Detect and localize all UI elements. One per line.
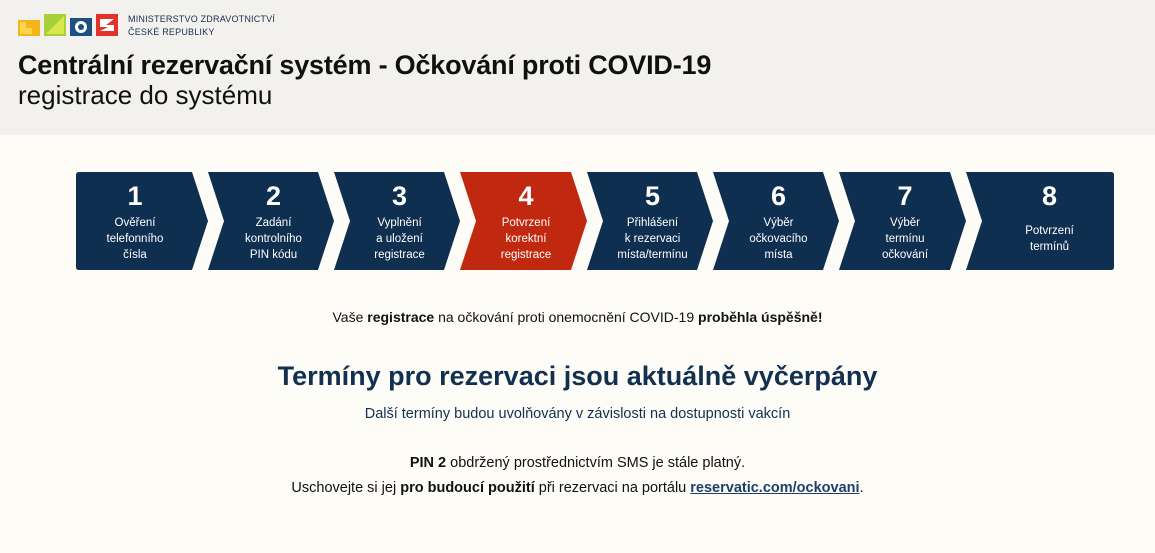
- step-caption: Přihlášení k rezervaci místa/termínu: [606, 215, 699, 263]
- ministry-line-2: ČESKÉ REPUBLIKY: [128, 27, 215, 37]
- step-caption-line: Vyplnění: [377, 217, 422, 229]
- step-caption: Výběr očkovacího místa: [732, 215, 825, 263]
- pin-text-2: Uschovejte si jej: [291, 480, 401, 496]
- pin-label: PIN 2: [409, 455, 447, 471]
- step-caption-line: Přihlášení: [626, 217, 679, 229]
- step-caption-line: registrace: [500, 249, 552, 261]
- msg-text-2: na očkování proti onemocnění COVID-19: [434, 309, 699, 325]
- step-2: 2 Zadání kontrolního PIN kódu: [227, 172, 320, 270]
- step-caption-line: místa/termínu: [617, 249, 688, 261]
- step-number: 2: [265, 181, 282, 211]
- msg-text-1: Vaše: [332, 309, 368, 325]
- slots-exhausted-subline: Další termíny budou uvolňovány v závislo…: [364, 406, 791, 422]
- page-title: Centrální rezervační systém - Očkování p…: [18, 50, 712, 80]
- step-caption-line: PIN kódu: [249, 249, 298, 261]
- step-3: 3 Vyplnění a uložení registrace: [353, 172, 446, 270]
- step-caption-line: Zadání: [255, 217, 292, 229]
- step-caption: Zadání kontrolního PIN kódu: [227, 215, 320, 263]
- step-4: 4 Potvrzení korektní registrace: [479, 172, 573, 270]
- pin-bold-future-use: pro budoucí použití: [400, 480, 535, 496]
- step-caption-line: Výběr: [889, 217, 921, 229]
- step-caption-line: korektní: [505, 233, 547, 245]
- step-caption-line: Výběr: [763, 217, 794, 229]
- pin-info-line-2: Uschovejte si jej pro budoucí použití př…: [0, 480, 1155, 496]
- step-caption: Potvrzení korektní registrace: [479, 215, 573, 263]
- step-number: 4: [518, 181, 534, 211]
- pin-text-4: .: [859, 480, 864, 496]
- step-1: 1 Ověření telefonního čísla: [76, 172, 194, 270]
- step-caption-line: Ověření: [114, 217, 156, 229]
- step-caption-line: a uložení: [376, 233, 423, 245]
- step-number: 5: [644, 181, 661, 211]
- step-7: 7 Výběr termínu očkování: [858, 172, 952, 270]
- step-caption: Vyplnění a uložení registrace: [353, 215, 446, 263]
- step-caption: Ověření telefonního čísla: [76, 215, 194, 263]
- ministry-line-1: MINISTERSTVO ZDRAVOTNICTVÍ: [128, 14, 276, 24]
- pin-info-line-1: PIN 2 obdržený prostřednictvím SMS je st…: [0, 455, 1155, 471]
- step-8: 8 Potvrzení termínů: [985, 172, 1114, 270]
- step-number: 3: [391, 181, 408, 211]
- step-caption-line: Potvrzení: [1025, 225, 1074, 237]
- ministry-name: MINISTERSTVO ZDRAVOTNICTVÍ ČESKÉ REPUBLI…: [128, 13, 275, 39]
- reservatic-link[interactable]: reservatic.com/ockovani: [690, 480, 859, 496]
- success-message: Vaše registrace na očkování proti onemoc…: [0, 309, 1155, 325]
- step-caption-line: termínu: [885, 233, 925, 245]
- step-caption-line: místa: [764, 249, 793, 261]
- step-caption-line: k rezervaci: [624, 233, 681, 245]
- step-caption-line: telefonního: [106, 233, 164, 245]
- step-6: 6 Výběr očkovacího místa: [732, 172, 825, 270]
- page-header: MINISTERSTVO ZDRAVOTNICTVÍ ČESKÉ REPUBLI…: [0, 0, 1155, 135]
- step-caption-line: kontrolního: [245, 233, 302, 245]
- step-number: 1: [127, 181, 143, 211]
- step-caption-line: termínů: [1030, 241, 1069, 253]
- step-caption-line: očkovacího: [749, 233, 808, 245]
- page-subtitle: registrace do systému: [18, 80, 273, 110]
- ministry-logo: [18, 14, 118, 36]
- step-caption-line: Potvrzení: [501, 217, 551, 229]
- slots-exhausted-heading: Termíny pro rezervaci jsou aktuálně vyče…: [277, 361, 878, 391]
- registration-stepper: 1 Ověření telefonního čísla 2 Zadání kontrolní…: [76, 172, 1114, 270]
- step-number: 7: [897, 181, 913, 211]
- step-5: 5 Přihlášení k rezervaci místa/termínu: [606, 172, 699, 270]
- msg-bold-registrace: registrace: [367, 309, 435, 325]
- step-caption-line: očkování: [881, 249, 929, 261]
- step-number: 8: [1041, 181, 1058, 211]
- step-number: 6: [770, 181, 787, 211]
- step-caption-line: čísla: [123, 249, 147, 261]
- step-caption: Potvrzení termínů: [985, 223, 1114, 255]
- msg-bold-success: proběhla úspěšně!: [698, 309, 823, 325]
- step-caption: Výběr termínu očkování: [858, 215, 952, 263]
- pin-text-3: při rezervaci na portálu: [534, 480, 691, 496]
- step-caption-line: registrace: [374, 249, 425, 261]
- pin-text-1: obdržený prostřednictvím SMS je stále pl…: [446, 455, 746, 471]
